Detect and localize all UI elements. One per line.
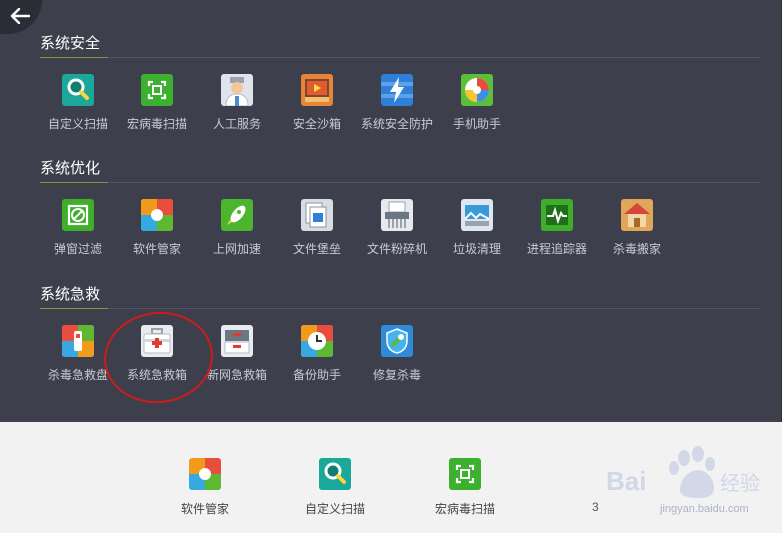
pinwheel-icon: [141, 199, 173, 231]
tool-process-tracker[interactable]: 进程追踪器: [517, 183, 597, 257]
pinned-tool-macro-scan[interactable]: 宏病毒扫描: [420, 458, 510, 517]
shredder-icon: [381, 199, 413, 231]
tool-label: 垃圾清理: [452, 242, 501, 256]
svg-text:Bai: Bai: [606, 466, 646, 496]
repair-shield-icon: [381, 325, 413, 357]
pinned-tool-software-manager[interactable]: 软件管家: [160, 458, 250, 517]
tool-label: 手机助手: [452, 117, 501, 131]
section-system-rescue: 系统急救 杀毒急救盘 系统急救箱 新网急救箱 备份助手 修复杀毒: [40, 284, 760, 399]
arrow-left-icon: [10, 8, 30, 24]
doctor-icon: [221, 74, 253, 106]
tool-file-shredder[interactable]: 文件粉碎机: [357, 183, 437, 257]
back-button[interactable]: [0, 0, 42, 34]
tool-label: 新网急救箱: [206, 368, 267, 382]
pinned-tool-label: 自定义扫描: [304, 502, 365, 516]
pinned-tool-custom-scan[interactable]: 自定义扫描: [290, 458, 380, 517]
tool-phone-assistant[interactable]: 手机助手: [437, 58, 517, 132]
usb-rescue-icon: [62, 325, 94, 357]
section-title: 系统优化: [40, 160, 101, 177]
tool-label: 系统急救箱: [126, 368, 187, 382]
tool-label: 修复杀毒: [372, 368, 421, 382]
tool-label: 杀毒搬家: [612, 242, 661, 256]
tool-network-boost[interactable]: 上网加速: [197, 183, 277, 257]
house-icon: [621, 199, 653, 231]
tool-manual-service[interactable]: 人工服务: [197, 58, 277, 132]
rocket-icon: [221, 199, 253, 231]
tool-backup-assistant[interactable]: 备份助手: [277, 309, 357, 383]
pulse-icon: [541, 199, 573, 231]
popup-block-icon: [62, 199, 94, 231]
tool-rescue-disk[interactable]: 杀毒急救盘: [38, 309, 118, 383]
pinwheel-icon: [189, 458, 221, 490]
tool-label: 文件堡垒: [292, 242, 341, 256]
tool-custom-scan[interactable]: 自定义扫描: [38, 58, 118, 132]
tool-network-rescue-kit[interactable]: 新网急救箱: [197, 309, 277, 383]
tool-software-manager[interactable]: 软件管家: [117, 183, 197, 257]
tool-label: 自定义扫描: [47, 117, 108, 131]
tool-label: 安全沙箱: [292, 117, 341, 131]
tool-system-protection[interactable]: 系统安全防护: [357, 58, 437, 132]
tool-label: 系统安全防护: [360, 117, 433, 131]
file-vault-icon: [301, 199, 333, 231]
tool-label: 上网加速: [212, 242, 261, 256]
pinned-tool-label: 软件管家: [180, 502, 229, 516]
tool-label: 宏病毒扫描: [126, 117, 187, 131]
broom-icon: [461, 199, 493, 231]
baidu-watermark-url: jingyan.baidu.com: [660, 503, 749, 515]
section-system-security: 系统安全 自定义扫描 宏病毒扫描 人工服务 安全沙箱 系统安全防护 手机助手: [40, 33, 760, 148]
sandbox-icon: [301, 74, 333, 106]
tool-label: 进程追踪器: [526, 242, 587, 256]
tool-macro-scan[interactable]: 宏病毒扫描: [117, 58, 197, 132]
svg-text:经验: 经验: [720, 471, 760, 495]
backup-clock-icon: [301, 325, 333, 357]
tool-repair-antivirus[interactable]: 修复杀毒: [357, 309, 437, 383]
tool-antivirus-move[interactable]: 杀毒搬家: [597, 183, 677, 257]
tray-icon: [221, 325, 253, 357]
section-title: 系统安全: [40, 35, 101, 52]
pinned-tool-label: 宏病毒扫描: [434, 502, 495, 516]
magnifier-icon: [62, 74, 94, 106]
tool-popup-filter[interactable]: 弹窗过滤: [38, 183, 118, 257]
phone-ball-icon: [461, 74, 493, 106]
tool-label: 弹窗过滤: [53, 242, 102, 256]
lightning-shield-icon: [381, 74, 413, 106]
tool-label: 备份助手: [292, 368, 341, 382]
macro-scan-icon: [449, 458, 481, 490]
tool-label: 文件粉碎机: [366, 242, 427, 256]
magnifier-icon: [319, 458, 351, 490]
tool-label: 软件管家: [132, 242, 181, 256]
tools-panel: 系统安全 自定义扫描 宏病毒扫描 人工服务 安全沙箱 系统安全防护 手机助手 系…: [0, 0, 782, 422]
tool-label: 人工服务: [212, 117, 261, 131]
tool-sandbox[interactable]: 安全沙箱: [277, 58, 357, 132]
macro-scan-icon: [141, 74, 173, 106]
pinned-count: 3: [592, 500, 599, 514]
section-title: 系统急救: [40, 286, 101, 303]
tool-system-rescue-kit[interactable]: 系统急救箱: [117, 309, 197, 383]
tool-file-vault[interactable]: 文件堡垒: [277, 183, 357, 257]
section-system-optimization: 系统优化 弹窗过滤 软件管家 上网加速 文件堡垒 文件粉碎机 垃圾清理 进程追踪…: [40, 158, 760, 273]
first-aid-kit-icon: [141, 325, 173, 357]
tool-label: 杀毒急救盘: [47, 368, 108, 382]
tool-junk-cleanup[interactable]: 垃圾清理: [437, 183, 517, 257]
